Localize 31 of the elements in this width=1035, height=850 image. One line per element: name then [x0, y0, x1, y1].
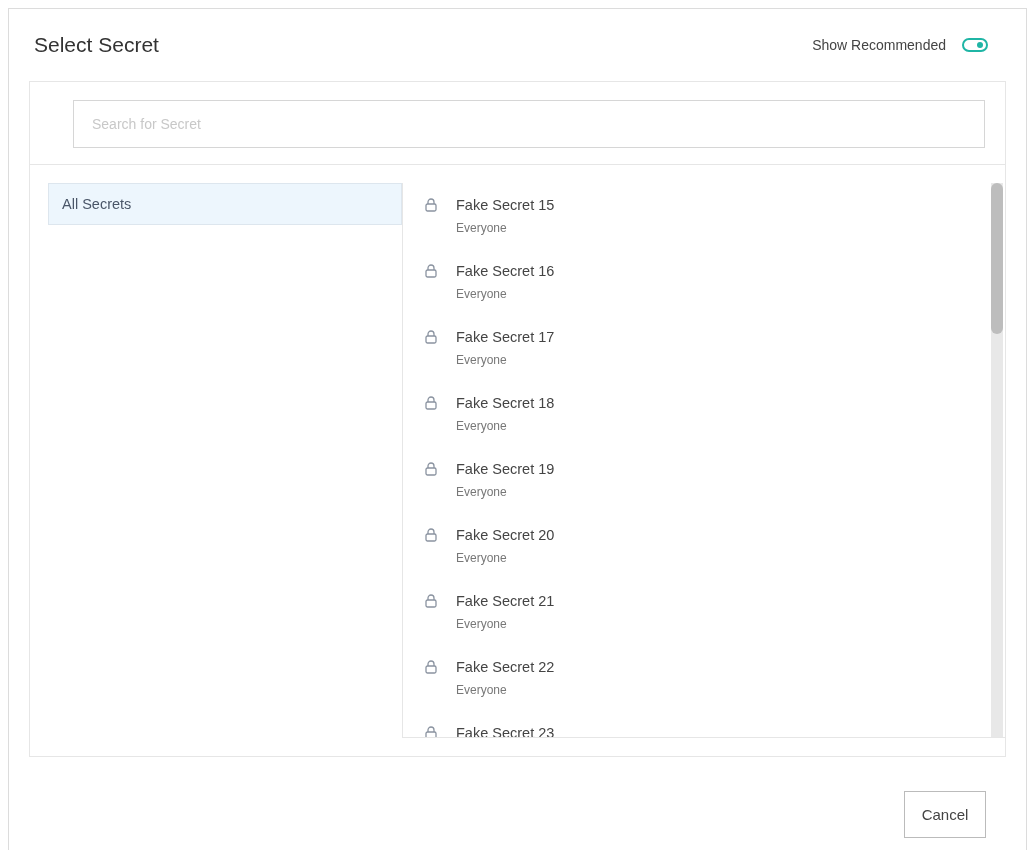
lock-icon [425, 396, 437, 410]
dialog-title: Select Secret [34, 33, 159, 57]
cancel-button[interactable]: Cancel [904, 791, 986, 838]
secret-owner: Everyone [456, 353, 507, 367]
folder-item[interactable]: All Secrets [48, 183, 402, 225]
secret-name[interactable]: Fake Secret 15 [456, 195, 555, 215]
secret-owner: Everyone [456, 485, 507, 499]
toggle-label: Show Recommended [812, 37, 946, 53]
secret-name[interactable]: Fake Secret 22 [456, 657, 555, 677]
lock-icon [425, 330, 437, 344]
secret-name[interactable]: Fake Secret 18 [456, 393, 555, 413]
secret-name[interactable]: Fake Secret 21 [456, 591, 555, 611]
secret-owner: Everyone [456, 419, 507, 433]
secret-name[interactable]: Fake Secret 20 [456, 525, 555, 545]
secret-name[interactable]: Fake Secret 16 [456, 261, 555, 281]
secret-owner: Everyone [456, 551, 507, 565]
secret-owner: Everyone [456, 617, 507, 631]
toggle-switch[interactable] [962, 38, 988, 52]
secret-name[interactable]: Fake Secret 19 [456, 459, 555, 479]
lock-icon [425, 660, 437, 674]
lock-icon [425, 462, 437, 476]
secret-owner: Everyone [456, 683, 507, 697]
lock-icon [425, 726, 437, 737]
scrollbar-thumb[interactable] [991, 183, 1003, 334]
secret-name[interactable]: Fake Secret 17 [456, 327, 555, 347]
lock-icon [425, 594, 437, 608]
secret-owner: Everyone [456, 221, 507, 235]
secret-owner: Everyone [456, 287, 507, 301]
lock-icon [425, 264, 437, 278]
lock-icon [425, 528, 437, 542]
lock-icon [425, 198, 437, 212]
